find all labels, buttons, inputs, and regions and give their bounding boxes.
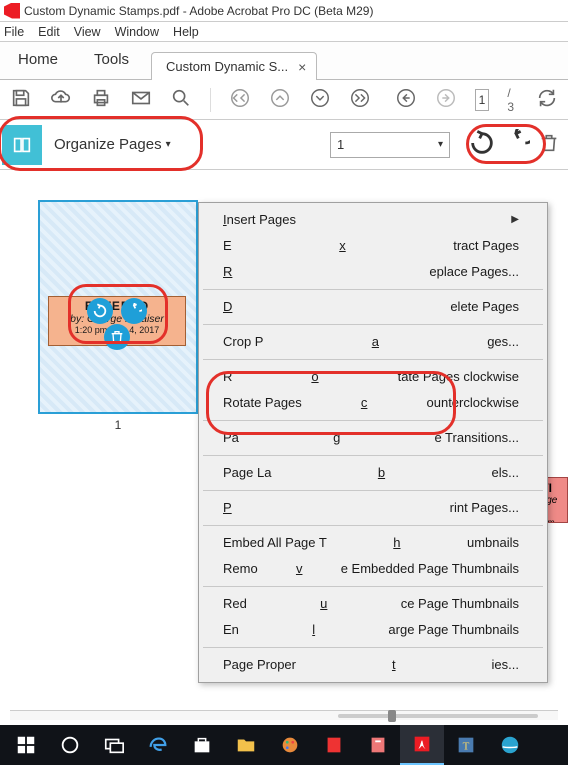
taskbar-edge-icon[interactable] bbox=[136, 725, 180, 765]
menu-rotate-cw[interactable]: Rotate Pages clockwise bbox=[199, 364, 547, 390]
page-selector-dropdown[interactable]: 1 ▾ bbox=[330, 132, 450, 158]
caret-down-icon: ▾ bbox=[166, 139, 171, 150]
menu-print-pages[interactable]: Print Pages... bbox=[199, 495, 547, 521]
thumbnail-delete-button[interactable] bbox=[104, 324, 130, 350]
menu-separator bbox=[203, 420, 543, 421]
search-icon[interactable] bbox=[170, 87, 192, 112]
page-up-icon[interactable] bbox=[269, 87, 291, 112]
context-menu: Insert Pages ▶ Extract Pages Replace Pag… bbox=[198, 202, 548, 683]
menu-crop-pages[interactable]: Crop Pages... bbox=[199, 329, 547, 355]
menu-insert-pages[interactable]: Insert Pages ▶ bbox=[199, 207, 547, 233]
menu-remove-embedded-thumbnails[interactable]: Remove Embedded Page Thumbnails bbox=[199, 556, 547, 582]
tab-file[interactable]: Custom Dynamic S... × bbox=[151, 52, 317, 80]
taskbar-store-icon[interactable] bbox=[180, 725, 224, 765]
stamp-header: ENTERED bbox=[49, 299, 185, 313]
menu-enlarge-thumbnails[interactable]: Enlarge Page Thumbnails bbox=[199, 617, 547, 643]
tab-strip: Home Tools Custom Dynamic S... × bbox=[0, 42, 568, 80]
page-first-icon[interactable] bbox=[229, 87, 251, 112]
page-number-input[interactable]: 1 bbox=[475, 89, 490, 111]
tab-file-label: Custom Dynamic S... bbox=[166, 53, 288, 81]
svg-text:T: T bbox=[463, 741, 470, 753]
menu-page-labels[interactable]: Page Labels... bbox=[199, 460, 547, 486]
task-view-button[interactable] bbox=[92, 725, 136, 765]
menu-separator bbox=[203, 647, 543, 648]
thumbnail-rotate-ccw-button[interactable] bbox=[87, 298, 113, 324]
menu-window[interactable]: Window bbox=[115, 25, 159, 39]
menu-separator bbox=[203, 525, 543, 526]
page-total: / 3 bbox=[507, 86, 514, 114]
organize-icon[interactable] bbox=[2, 125, 42, 165]
menu-separator bbox=[203, 289, 543, 290]
nav-forward-icon[interactable] bbox=[435, 87, 457, 112]
rotate-ccw-button[interactable] bbox=[468, 129, 496, 160]
taskbar-app2-icon[interactable] bbox=[356, 725, 400, 765]
menu-reduce-thumbnails[interactable]: Reduce Page Thumbnails bbox=[199, 591, 547, 617]
toolbar-separator bbox=[210, 88, 211, 112]
menu-separator bbox=[203, 324, 543, 325]
nav-back-icon[interactable] bbox=[395, 87, 417, 112]
tab-home[interactable]: Home bbox=[0, 41, 76, 79]
window-title: Custom Dynamic Stamps.pdf - Adobe Acroba… bbox=[24, 4, 373, 18]
page-last-icon[interactable] bbox=[349, 87, 371, 112]
tab-tools[interactable]: Tools bbox=[76, 41, 147, 79]
thumbnail-rotate-cw-button[interactable] bbox=[121, 298, 147, 324]
menu-bar: File Edit View Window Help bbox=[0, 22, 568, 42]
thumbnails-workspace: ENTERED by: George F Kaiser 1:20 pm, Jan… bbox=[0, 170, 568, 720]
page-down-icon[interactable] bbox=[309, 87, 331, 112]
menu-separator bbox=[203, 490, 543, 491]
menu-separator bbox=[203, 455, 543, 456]
taskbar-acrobat-icon[interactable] bbox=[400, 725, 444, 765]
windows-taskbar: T bbox=[0, 725, 568, 765]
cloud-upload-icon[interactable] bbox=[50, 87, 72, 112]
page-selector-value: 1 bbox=[337, 137, 344, 152]
print-icon[interactable] bbox=[90, 87, 112, 112]
thumbnail-index: 1 bbox=[38, 418, 198, 432]
menu-replace-pages[interactable]: Replace Pages... bbox=[199, 259, 547, 285]
taskbar-paint-icon[interactable] bbox=[268, 725, 312, 765]
organize-pages-button[interactable]: Organize Pages ▾ bbox=[54, 136, 171, 153]
caret-down-icon: ▾ bbox=[438, 139, 443, 150]
cortana-button[interactable] bbox=[48, 725, 92, 765]
save-icon[interactable] bbox=[10, 87, 32, 112]
delete-icon[interactable] bbox=[538, 132, 560, 157]
title-bar: Custom Dynamic Stamps.pdf - Adobe Acroba… bbox=[0, 0, 568, 22]
taskbar-app3-icon[interactable]: T bbox=[444, 725, 488, 765]
taskbar-explorer-icon[interactable] bbox=[224, 725, 268, 765]
menu-rotate-ccw[interactable]: Rotate Pages counterclockwise bbox=[199, 390, 547, 416]
taskbar-app-icon[interactable] bbox=[312, 725, 356, 765]
menu-page-transitions[interactable]: Page Transitions... bbox=[199, 425, 547, 451]
menu-embed-thumbnails[interactable]: Embed All Page Thumbnails bbox=[199, 530, 547, 556]
menu-file[interactable]: File bbox=[4, 25, 24, 39]
organize-label: Organize Pages bbox=[54, 136, 162, 153]
mail-icon[interactable] bbox=[130, 87, 152, 112]
page-thumbnail[interactable]: ENTERED by: George F Kaiser 1:20 pm, Jan… bbox=[38, 200, 198, 432]
start-button[interactable] bbox=[4, 725, 48, 765]
app-icon bbox=[4, 3, 20, 19]
menu-view[interactable]: View bbox=[74, 25, 101, 39]
zoom-slider[interactable] bbox=[10, 710, 558, 720]
submenu-arrow-icon: ▶ bbox=[511, 207, 519, 233]
rotate-cw-button[interactable] bbox=[502, 129, 530, 160]
menu-separator bbox=[203, 359, 543, 360]
menu-help[interactable]: Help bbox=[173, 25, 199, 39]
menu-page-properties[interactable]: Page Properties... bbox=[199, 652, 547, 678]
close-icon[interactable]: × bbox=[298, 53, 306, 81]
menu-delete-pages[interactable]: Delete Pages bbox=[199, 294, 547, 320]
menu-extract-pages[interactable]: Extract Pages bbox=[199, 233, 547, 259]
taskbar-app4-icon[interactable] bbox=[488, 725, 532, 765]
menu-separator bbox=[203, 586, 543, 587]
main-toolbar: 1 / 3 bbox=[0, 80, 568, 120]
menu-edit[interactable]: Edit bbox=[38, 25, 60, 39]
refresh-icon[interactable] bbox=[536, 87, 558, 112]
organize-bar: Organize Pages ▾ 1 ▾ bbox=[0, 120, 568, 170]
